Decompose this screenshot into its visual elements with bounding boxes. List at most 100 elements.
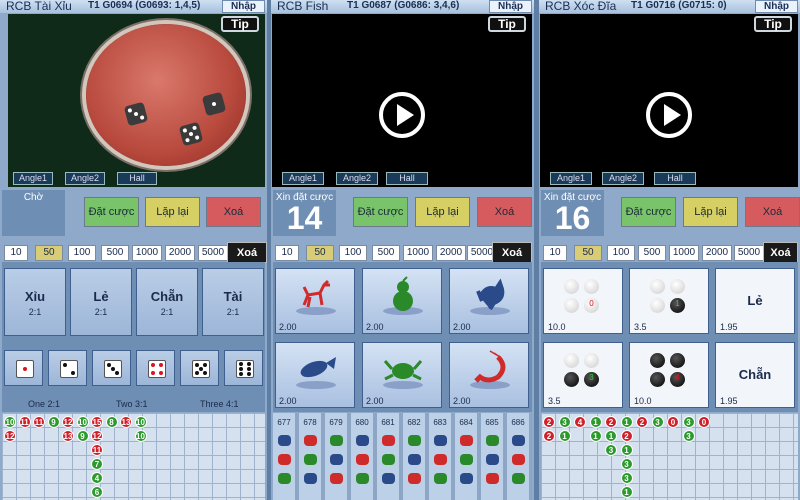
bet-cell-two-white[interactable]: 3 3.5 <box>543 342 623 408</box>
tip-button[interactable]: Tip <box>754 16 792 32</box>
camera-angle1-button[interactable]: Angle1 <box>282 172 324 185</box>
game-title: RCB Xóc Đĩa <box>545 0 617 13</box>
bet-die-three[interactable] <box>92 350 131 386</box>
disc: 1 <box>670 298 685 313</box>
chip-50[interactable]: 50 <box>574 245 602 261</box>
tip-button[interactable]: Tip <box>488 16 526 32</box>
bet-button[interactable]: Đặt cược <box>353 197 408 227</box>
clear-chips-button[interactable]: Xoá <box>763 242 798 263</box>
chip-50[interactable]: 50 <box>35 245 63 261</box>
camera-hall-button[interactable]: Hall <box>654 172 696 185</box>
history-round-number: 681 <box>381 418 395 427</box>
chip-5000[interactable]: 5000 <box>734 245 764 261</box>
history-symbol-icon <box>330 473 343 484</box>
bet-cell-tai[interactable]: Tài 2:1 <box>202 268 264 336</box>
bet-cell-shrimp[interactable]: 2.00 <box>449 342 529 408</box>
chip-2000[interactable]: 2000 <box>436 245 466 261</box>
disc-marker: 1 <box>675 299 680 308</box>
history-symbol-icon <box>460 454 473 465</box>
bet-button[interactable]: Đặt cược <box>621 197 676 227</box>
bet-cell-crab[interactable]: 2.00 <box>362 342 442 408</box>
camera-hall-button[interactable]: Hall <box>386 172 428 185</box>
video-stream[interactable]: Tip Angle1 Angle2 Hall <box>272 14 532 187</box>
result-history: 10 12 11 11 9 12 13 10 9 15 12 11 7 4 6 8 13 10 10 <box>2 413 265 500</box>
play-icon[interactable] <box>646 92 692 138</box>
bet-cell-deer[interactable]: 2.00 <box>275 268 355 334</box>
disc: 0 <box>584 298 599 313</box>
video-stream[interactable]: Tip Angle1 Angle2 Hall <box>540 14 798 187</box>
chip-1000[interactable]: 1000 <box>403 245 433 261</box>
bet-cell-gourd[interactable]: 2.00 <box>362 268 442 334</box>
rooster-icon <box>470 278 510 315</box>
chip-50[interactable]: 50 <box>306 245 334 261</box>
history-ball: 3 <box>682 416 695 428</box>
disc <box>564 353 579 368</box>
history-symbol-icon <box>408 435 421 446</box>
chip-10[interactable]: 10 <box>275 245 299 261</box>
chip-100[interactable]: 100 <box>607 245 635 261</box>
history-round-number: 686 <box>511 418 525 427</box>
bet-die-four[interactable] <box>136 350 175 386</box>
bet-cell-chan[interactable]: Chẵn 2:1 <box>136 268 198 336</box>
repeat-button[interactable]: Lặp lại <box>145 197 200 227</box>
bet-cell-four-white[interactable]: 0 10.0 <box>543 268 623 334</box>
play-icon[interactable] <box>379 92 425 138</box>
chip-100[interactable]: 100 <box>68 245 96 261</box>
bet-odds: 10.0 <box>634 396 652 406</box>
die-face-3-icon <box>104 360 122 378</box>
bet-die-one[interactable] <box>4 350 43 386</box>
panel-fish: RCB Fish T1 G0687 (G0686: 3,4,6) Nhập Ti… <box>271 0 534 500</box>
history-ball: 3 <box>620 458 633 470</box>
die-face-1-icon <box>16 360 34 378</box>
bet-cell-rooster[interactable]: 2.00 <box>449 268 529 334</box>
bet-die-five[interactable] <box>180 350 219 386</box>
nhap-button[interactable]: Nhập <box>755 0 798 13</box>
history-symbol-icon <box>460 473 473 484</box>
bet-die-six[interactable] <box>224 350 263 386</box>
history-ball: 3 <box>605 444 617 456</box>
clear-bet-button[interactable]: Xoá <box>477 197 532 227</box>
repeat-button[interactable]: Lặp lại <box>683 197 738 227</box>
clear-bet-button[interactable]: Xoá <box>745 197 800 227</box>
camera-hall-button[interactable]: Hall <box>117 172 157 185</box>
chip-1000[interactable]: 1000 <box>132 245 162 261</box>
camera-angle2-button[interactable]: Angle2 <box>336 172 378 185</box>
result-history: 2231411213121331230330 <box>541 413 798 500</box>
chip-10[interactable]: 10 <box>543 245 567 261</box>
bet-cell-le[interactable]: Lẻ 2:1 <box>70 268 132 336</box>
chip-100[interactable]: 100 <box>339 245 367 261</box>
history-round-column: 685 <box>481 413 504 500</box>
chip-1000[interactable]: 1000 <box>669 245 699 261</box>
bet-die-two[interactable] <box>48 350 87 386</box>
camera-angle1-button[interactable]: Angle1 <box>13 172 53 185</box>
bet-cell-fish[interactable]: 2.00 <box>275 342 355 408</box>
nhap-button[interactable]: Nhập <box>222 0 265 13</box>
clear-chips-button[interactable]: Xoá <box>227 242 267 263</box>
chip-5000[interactable]: 5000 <box>198 245 228 261</box>
camera-angle2-button[interactable]: Angle2 <box>65 172 105 185</box>
bet-cell-le[interactable]: Lẻ 1.95 <box>715 268 795 334</box>
history-symbol-icon <box>304 454 317 465</box>
repeat-button[interactable]: Lặp lại <box>415 197 470 227</box>
bet-cell-chan[interactable]: Chẵn 1.95 <box>715 342 795 408</box>
bet-cell-three-white[interactable]: 1 3.5 <box>629 268 709 334</box>
history-round-number: 682 <box>407 418 421 427</box>
chip-500[interactable]: 500 <box>101 245 129 261</box>
chip-2000[interactable]: 2000 <box>702 245 732 261</box>
camera-angle2-button[interactable]: Angle2 <box>602 172 644 185</box>
history-ball: 2 <box>620 430 633 442</box>
tip-button[interactable]: Tip <box>221 16 259 32</box>
bet-cell-four-black[interactable]: 4 10.0 <box>629 342 709 408</box>
chip-10[interactable]: 10 <box>4 245 28 261</box>
nhap-button[interactable]: Nhập <box>489 0 532 13</box>
bet-cell-xiu[interactable]: Xỉu 2:1 <box>4 268 66 336</box>
video-stream[interactable]: Tip Angle1 Angle2 Hall <box>8 14 265 187</box>
chip-500[interactable]: 500 <box>638 245 666 261</box>
bet-button[interactable]: Đặt cược <box>84 197 139 227</box>
chip-2000[interactable]: 2000 <box>165 245 195 261</box>
clear-bet-button[interactable]: Xoá <box>206 197 261 227</box>
camera-angle1-button[interactable]: Angle1 <box>550 172 592 185</box>
history-symbol-icon <box>382 473 395 484</box>
clear-chips-button[interactable]: Xoá <box>492 242 532 263</box>
chip-500[interactable]: 500 <box>372 245 400 261</box>
